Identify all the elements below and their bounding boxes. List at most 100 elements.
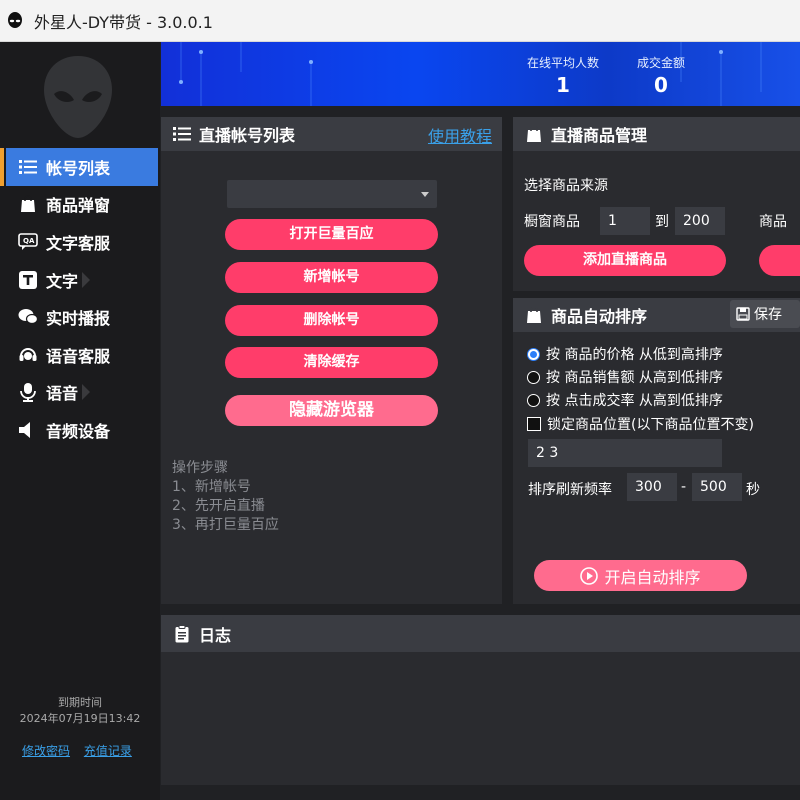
radio-unselected[interactable] — [527, 393, 540, 407]
step-item: 3、再打巨量百应 — [172, 517, 279, 533]
sidebar-item-product-popup[interactable]: 商品弹窗 — [0, 186, 160, 224]
microphone-icon — [18, 382, 38, 403]
lock-position-label: 锁定商品位置(以下商品位置不变) — [547, 417, 754, 433]
chevron-down-icon — [421, 192, 429, 197]
delete-account-button[interactable]: 删除帐号 — [225, 305, 438, 336]
product-management-header: 直播商品管理 — [513, 117, 800, 151]
list-icon — [173, 125, 191, 143]
log-content — [161, 652, 800, 785]
account-list-panel: 直播帐号列表 使用教程 打开巨量百应 新增帐号 删除帐号 清除缓存 隐藏游览器 … — [161, 117, 502, 604]
sidebar-nav: 帐号列表 商品弹窗 QA 文字客服 文字 实时播报 语音客服 语音 音频设备 — [0, 148, 160, 449]
sidebar-item-voice-service[interactable]: 语音客服 — [0, 336, 160, 374]
refresh-frequency-label: 排序刷新频率 — [528, 482, 612, 498]
refresh-min-input[interactable]: 300 — [627, 473, 677, 501]
add-live-product-button[interactable]: 添加直播商品 — [524, 245, 726, 276]
lock-position-row[interactable]: 锁定商品位置(以下商品位置不变) — [527, 414, 754, 434]
stats-banner: 在线平均人数 1 成交金额 0 — [161, 42, 800, 106]
panel-title: 直播商品管理 — [551, 126, 648, 145]
operation-steps: 操作步骤 1、新增帐号 2、先开启直播 3、再打巨量百应 — [172, 459, 279, 535]
save-button[interactable]: 保存 — [730, 300, 800, 328]
sidebar-item-label: 语音 — [46, 384, 79, 404]
range-from-input[interactable]: 1 — [600, 207, 650, 235]
sidebar-item-label: 文字 — [46, 271, 79, 291]
change-password-link[interactable]: 修改密码 — [22, 744, 70, 758]
log-panel: 日志 — [161, 615, 800, 785]
bag-icon — [525, 306, 543, 324]
recharge-log-link[interactable]: 充值记录 — [84, 744, 132, 758]
sidebar-item-voice[interactable]: 语音 — [0, 374, 160, 412]
to-label: 到 — [655, 214, 669, 230]
bag-icon — [525, 125, 543, 143]
showcase-label: 橱窗商品 — [524, 214, 580, 230]
sidebar-item-label: 实时播报 — [46, 309, 111, 329]
log-header: 日志 — [161, 615, 800, 652]
radio-unselected[interactable] — [527, 370, 540, 384]
online-stat: 在线平均人数 1 — [527, 54, 599, 97]
lock-position-checkbox[interactable] — [527, 417, 541, 431]
account-select[interactable] — [227, 180, 437, 208]
range-dash: - — [681, 479, 687, 495]
amount-label: 成交金额 — [637, 56, 686, 70]
start-auto-sort-button[interactable]: 开启自动排序 — [534, 560, 747, 591]
speaker-icon — [18, 420, 38, 440]
online-label: 在线平均人数 — [527, 56, 600, 70]
product-management-panel: 直播商品管理 选择商品来源 橱窗商品 1 到 200 商品 添加直播商品 — [513, 117, 800, 291]
second-action-button[interactable] — [759, 245, 800, 276]
expand-caret-icon — [82, 271, 91, 288]
sidebar-item-text-service[interactable]: QA 文字客服 — [0, 223, 160, 261]
seconds-unit: 秒 — [746, 482, 760, 498]
play-circle-icon — [580, 566, 599, 585]
sidebar-item-audio-device[interactable]: 音频设备 — [0, 411, 160, 449]
open-baiying-button[interactable]: 打开巨量百应 — [225, 219, 438, 250]
floppy-disk-icon — [736, 307, 750, 321]
radio-selected[interactable] — [527, 347, 540, 361]
bag-icon — [18, 194, 38, 214]
step-item: 2、先开启直播 — [172, 498, 265, 514]
range-to-input[interactable]: 200 — [675, 207, 725, 235]
account-list-header: 直播帐号列表 使用教程 — [161, 117, 502, 151]
add-account-button[interactable]: 新增帐号 — [225, 262, 438, 293]
sidebar-item-label: 语音客服 — [46, 346, 111, 366]
auto-sort-header: 商品自动排序 保存 — [513, 298, 800, 332]
title-bar: 外星人-DY带货 - 3.0.0.1 — [0, 0, 800, 42]
sort-option-label: 按 商品销售额 从高到低排序 — [546, 370, 723, 386]
chat-bubbles-icon — [18, 307, 38, 327]
banner-tech-pattern — [179, 42, 762, 106]
hide-browser-button[interactable]: 隐藏游览器 — [225, 395, 438, 426]
locked-positions-input[interactable]: 2 3 — [528, 439, 722, 467]
headset-icon — [18, 345, 38, 365]
panel-title: 日志 — [199, 625, 232, 645]
refresh-max-input[interactable]: 500 — [692, 473, 742, 501]
sidebar-item-account-list[interactable]: 帐号列表 — [0, 148, 158, 186]
online-value: 1 — [556, 73, 570, 97]
sidebar: 帐号列表 商品弹窗 QA 文字客服 文字 实时播报 语音客服 语音 音频设备 到… — [0, 42, 160, 800]
tutorial-link[interactable]: 使用教程 — [428, 123, 492, 147]
qa-chat-icon: QA — [18, 232, 38, 252]
expand-caret-icon — [82, 384, 91, 401]
save-label: 保存 — [754, 307, 782, 323]
sort-option-sales[interactable]: 按 商品销售额 从高到低排序 — [527, 367, 723, 387]
account-links: 修改密码 充值记录 — [22, 742, 142, 759]
text-t-icon — [18, 270, 38, 290]
sidebar-item-label: 音频设备 — [46, 421, 111, 441]
window-title: 外星人-DY带货 - 3.0.0.1 — [34, 12, 213, 32]
sidebar-item-live-broadcast[interactable]: 实时播报 — [0, 298, 160, 336]
sort-option-label: 按 商品的价格 从低到高排序 — [546, 347, 723, 363]
panel-title: 直播帐号列表 — [199, 126, 296, 145]
alien-logo-icon — [44, 56, 112, 138]
sidebar-item-label: 帐号列表 — [46, 158, 111, 178]
sidebar-item-text[interactable]: 文字 — [0, 261, 160, 299]
product-label: 商品 — [759, 214, 787, 230]
amount-stat: 成交金额 0 — [637, 54, 685, 97]
sort-option-price[interactable]: 按 商品的价格 从低到高排序 — [527, 344, 723, 364]
source-label: 选择商品来源 — [524, 178, 608, 194]
clear-cache-button[interactable]: 清除缓存 — [225, 347, 438, 378]
sort-option-ctr[interactable]: 按 点击成交率 从高到低排序 — [527, 390, 723, 410]
auto-sort-panel: 商品自动排序 保存 按 商品的价格 从低到高排序 按 商品销售额 从高到低排序 … — [513, 298, 800, 604]
steps-title: 操作步骤 — [172, 460, 228, 476]
sidebar-item-label: 文字客服 — [46, 233, 111, 253]
sort-option-label: 按 点击成交率 从高到低排序 — [546, 393, 723, 409]
start-auto-sort-label: 开启自动排序 — [604, 567, 701, 587]
clipboard-icon — [173, 624, 191, 643]
alien-app-icon — [8, 11, 22, 28]
